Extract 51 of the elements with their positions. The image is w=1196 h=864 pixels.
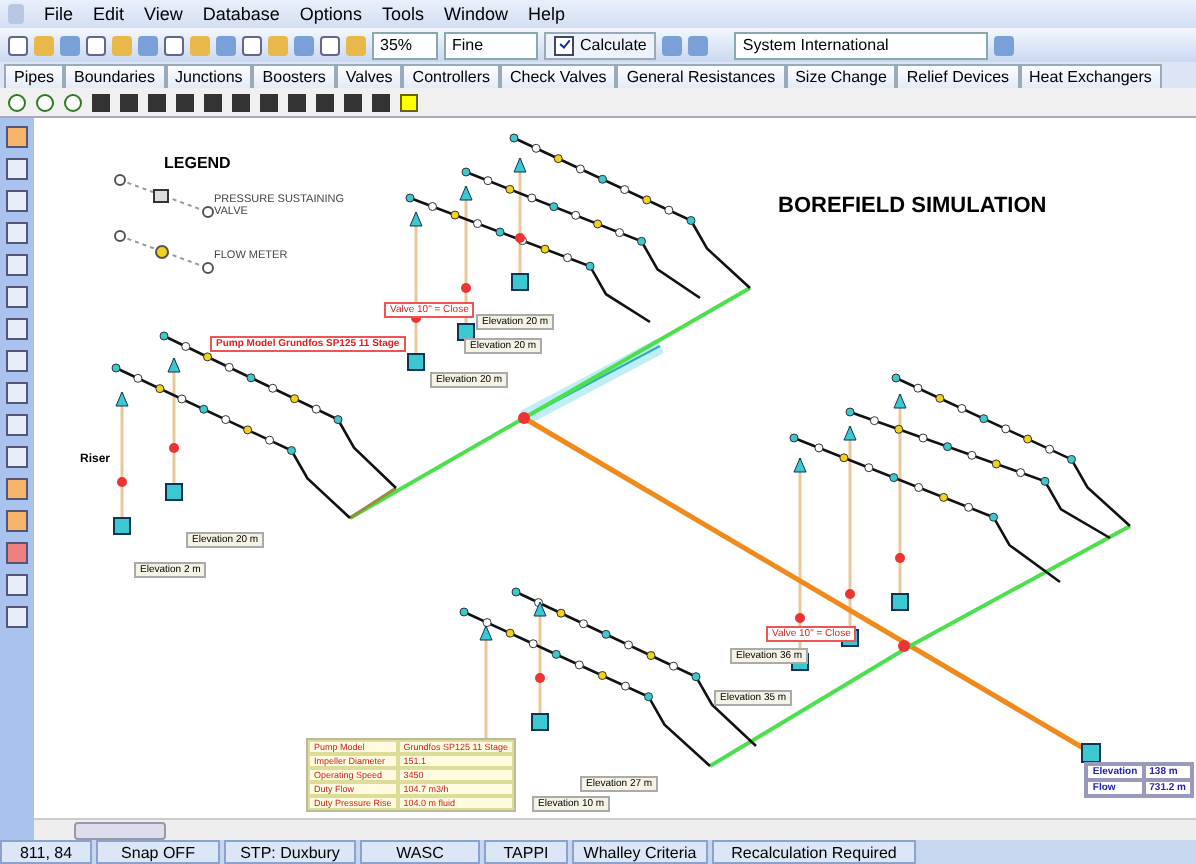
menu-item[interactable]: Edit — [93, 4, 125, 24]
tool-icon[interactable] — [6, 446, 28, 468]
menu-item[interactable]: Tools — [381, 4, 424, 24]
units-dropdown[interactable]: System International — [734, 31, 989, 59]
quality-dropdown[interactable]: Fine — [444, 31, 539, 59]
tool-icon[interactable] — [6, 158, 28, 180]
menu-item[interactable]: View — [144, 4, 183, 24]
menu-item[interactable]: Options — [299, 4, 362, 24]
menu-item[interactable]: Database — [202, 4, 280, 24]
tab[interactable]: General Resistances — [616, 64, 786, 88]
tab[interactable]: Heat Exchangers — [1019, 64, 1162, 88]
zoom-dropdown[interactable]: 35% — [372, 31, 439, 59]
status-panel: Snap OFF — [96, 840, 220, 864]
status-panel: 811, 84 — [0, 840, 92, 864]
valve-symbol-icon — [114, 174, 214, 218]
tool-icon[interactable] — [6, 414, 28, 436]
status-panel: Recalculation Required — [712, 840, 916, 864]
tool-icon[interactable] — [6, 254, 28, 276]
tab[interactable]: Controllers — [402, 64, 500, 88]
menu-item[interactable]: File — [44, 4, 74, 24]
tool-icon[interactable] — [6, 222, 28, 244]
tool-icon[interactable] — [6, 606, 28, 628]
status-panel: STP: Duxbury — [224, 840, 356, 864]
tab[interactable]: Check Valves — [499, 64, 617, 88]
tab[interactable]: Relief Devices — [896, 64, 1020, 88]
tool-icon[interactable] — [6, 574, 28, 596]
tool-icon[interactable] — [6, 350, 28, 372]
status-panel: TAPPI — [484, 840, 568, 864]
status-panel: WASC — [360, 840, 480, 864]
flow-meter-symbol-icon — [114, 230, 214, 274]
menu-item[interactable]: Window — [443, 4, 508, 24]
scroll-thumb[interactable] — [74, 822, 166, 840]
calculate-button[interactable]: Calculate — [544, 31, 657, 59]
menu-item[interactable]: Help — [527, 4, 565, 24]
tab[interactable]: Boosters — [252, 64, 336, 88]
tab[interactable]: Size Change — [785, 64, 897, 88]
tool-icon[interactable] — [6, 510, 28, 532]
tab[interactable]: Boundaries — [64, 64, 165, 88]
tool-icon[interactable] — [6, 126, 28, 148]
tool-icon[interactable] — [6, 318, 28, 340]
tool-icon[interactable] — [6, 382, 28, 404]
tab[interactable]: Junctions — [165, 64, 253, 88]
tool-icon[interactable] — [6, 286, 28, 308]
tab[interactable]: Pipes — [4, 64, 65, 88]
status-panel: Whalley Criteria — [572, 840, 708, 864]
tool-icon[interactable] — [6, 542, 28, 564]
diagram-title: BOREFIELD SIMULATION — [778, 194, 1047, 218]
tool-icon[interactable] — [6, 478, 28, 500]
legend-title: LEGEND — [164, 154, 231, 172]
tool-icon[interactable] — [6, 190, 28, 212]
tab[interactable]: Valves — [335, 64, 403, 88]
